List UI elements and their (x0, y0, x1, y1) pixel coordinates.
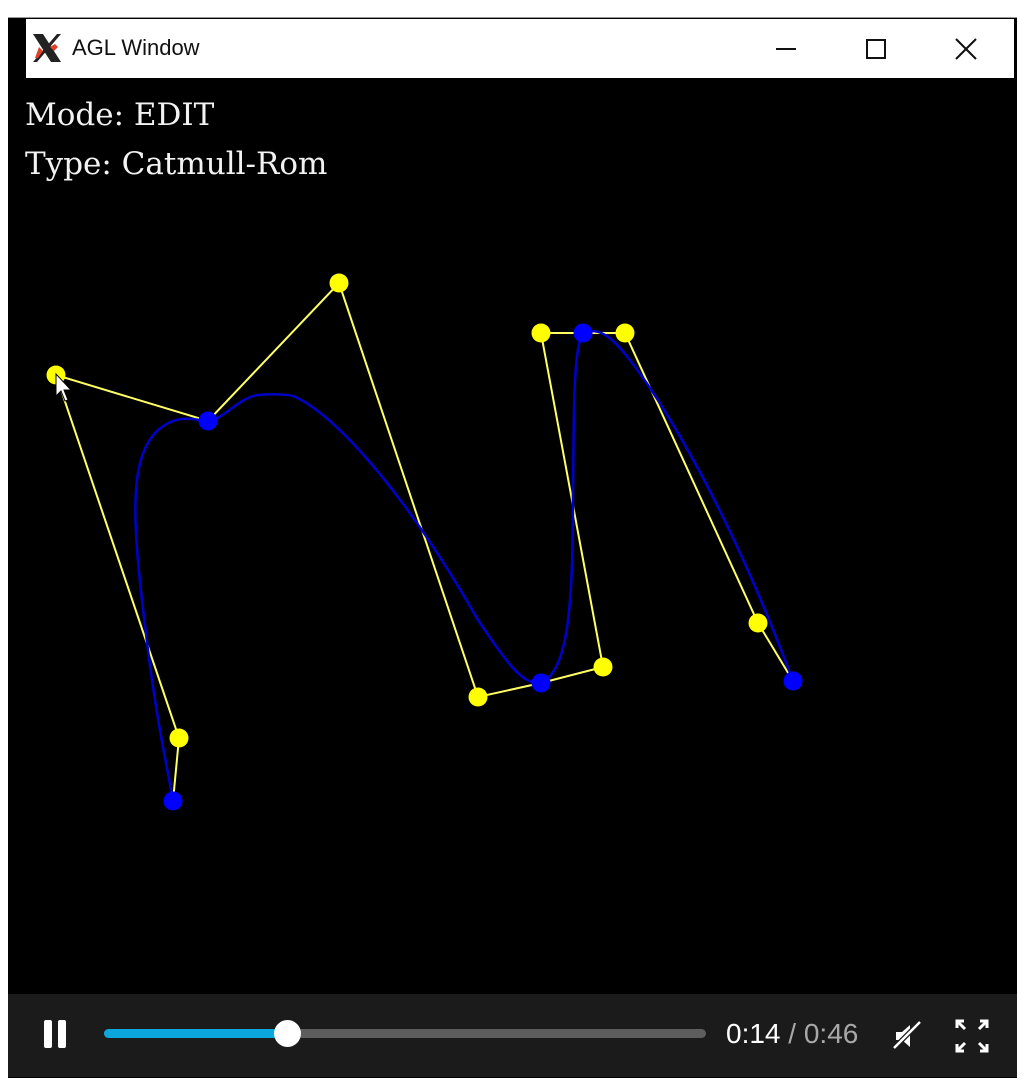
current-time: 0:14 (726, 1018, 781, 1049)
window-title: AGL Window (72, 35, 200, 60)
seek-bar[interactable] (104, 1020, 706, 1047)
control-point[interactable] (593, 657, 613, 677)
control-point[interactable] (468, 687, 488, 707)
control-point[interactable] (531, 323, 551, 343)
maximize-icon (866, 39, 886, 59)
pause-button[interactable] (44, 1020, 70, 1050)
close-icon (955, 38, 977, 60)
duration: 0:46 (803, 1018, 859, 1049)
control-point[interactable] (169, 728, 189, 748)
x11-logo-icon (30, 31, 64, 65)
control-polygon (55, 281, 794, 699)
knot-point[interactable] (573, 323, 593, 343)
knot-point[interactable] (163, 791, 183, 811)
maximize-button[interactable] (846, 27, 906, 71)
control-point[interactable] (615, 323, 635, 343)
knot-point[interactable] (783, 671, 803, 691)
drawing-canvas[interactable] (8, 80, 1017, 992)
title-bar[interactable]: AGL Window (26, 19, 1014, 78)
knot-point[interactable] (531, 673, 551, 693)
catmull-rom-curve (134, 329, 795, 802)
fullscreen-icon (955, 1019, 989, 1053)
seek-bar-progress (104, 1029, 287, 1038)
time-separator: / (788, 1018, 797, 1049)
fullscreen-button[interactable] (952, 1016, 992, 1056)
minimize-button[interactable] (756, 27, 816, 71)
knot-points (163, 323, 803, 811)
minimize-icon (776, 48, 796, 50)
time-display: 0:14 / 0:46 (726, 1018, 858, 1050)
mute-button[interactable] (888, 1016, 928, 1056)
close-button[interactable] (936, 27, 996, 71)
muted-speaker-icon (892, 1020, 922, 1050)
control-point[interactable] (748, 613, 768, 633)
pause-icon (44, 1020, 52, 1048)
control-point[interactable] (329, 273, 349, 293)
knot-point[interactable] (198, 411, 218, 431)
seek-bar-thumb[interactable] (274, 1020, 301, 1047)
video-controls: 0:14 / 0:46 (8, 994, 1017, 1077)
